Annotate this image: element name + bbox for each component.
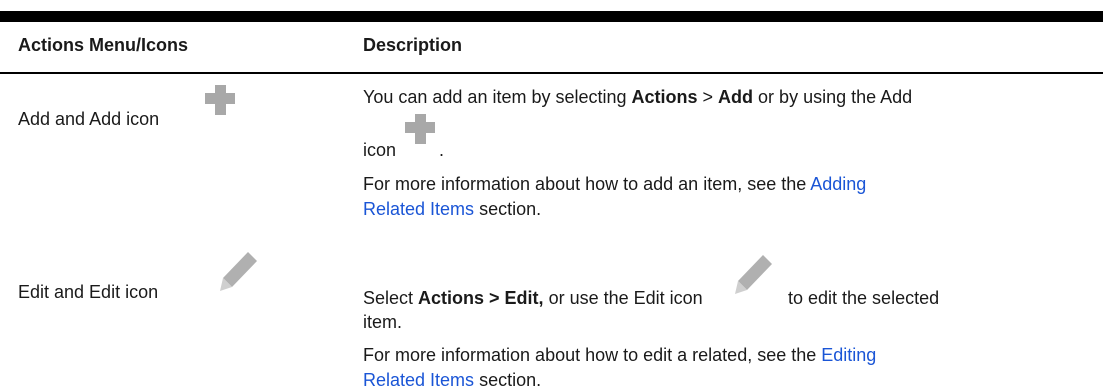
editing-related-items-link-cont[interactable]: Related Items: [363, 370, 474, 390]
plus-icon: [205, 85, 235, 115]
edit-description-line1: Select Actions > Edit, or use the Edit i…: [363, 288, 703, 308]
add-description-line2: icon: [363, 140, 397, 160]
edit-more-info-line1: For more information about how to edit a…: [363, 345, 877, 365]
edit-description-line2: item.: [363, 312, 403, 332]
plus-icon: [405, 114, 435, 144]
add-more-info-line1: For more information about how to add an…: [363, 174, 867, 194]
column-header-actions: Actions Menu/Icons: [18, 35, 189, 55]
column-header-description: Description: [363, 35, 463, 55]
action-label-edit: Edit and Edit icon: [18, 282, 159, 302]
pencil-icon: [735, 255, 772, 294]
add-description-line1: You can add an item by selecting Actions…: [363, 87, 913, 107]
pencil-icon: [220, 252, 257, 291]
adding-related-items-link-cont[interactable]: Related Items: [363, 199, 474, 219]
edit-description-line1-end: to edit the selected: [788, 288, 940, 308]
editing-related-items-link[interactable]: Editing: [821, 345, 876, 365]
edit-more-info-line2: Related Items section.: [363, 370, 542, 390]
add-description-period: .: [439, 140, 445, 160]
adding-related-items-link[interactable]: Adding: [810, 174, 866, 194]
action-label-add: Add and Add icon: [18, 109, 160, 129]
add-more-info-line2: Related Items section.: [363, 199, 542, 219]
header-rule: [0, 72, 1103, 74]
top-rule: [0, 11, 1103, 22]
